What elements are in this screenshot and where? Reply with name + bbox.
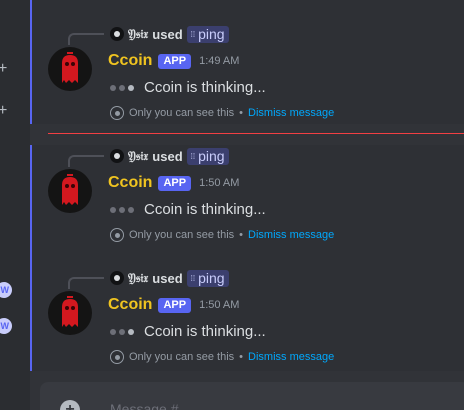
timestamp[interactable]: 1:50 AM: [199, 177, 239, 189]
reply-username[interactable]: 𝔜𝔰𝔦𝔵: [128, 149, 148, 164]
ephemeral-notice: Only you can see this • Dismiss message: [110, 350, 334, 364]
message-header: Ccoin APP 1:49 AM: [108, 52, 239, 70]
command-reply-header: 𝔜𝔰𝔦𝔵 used ⁞⁞ ping: [110, 269, 229, 287]
message-input[interactable]: Message #...: [110, 401, 190, 410]
app-badge: APP: [158, 175, 192, 191]
reply-connector: [68, 33, 104, 45]
dismiss-message-link[interactable]: Dismiss message: [248, 229, 334, 241]
thinking-text: Ccoin is thinking...: [144, 323, 266, 340]
command-name: ping: [198, 26, 225, 42]
user-mini-avatar[interactable]: [110, 27, 124, 41]
eye-icon: [110, 228, 124, 242]
reply-connector: [68, 277, 104, 289]
user-mini-avatar[interactable]: [110, 271, 124, 285]
avatar[interactable]: [48, 169, 92, 213]
reply-username[interactable]: 𝔜𝔰𝔦𝔵: [128, 271, 148, 286]
bot-name[interactable]: Ccoin: [108, 296, 152, 314]
new-messages-divider: [48, 133, 464, 134]
server-sidebar: + + W W: [0, 0, 30, 410]
message-header: Ccoin APP 1:50 AM: [108, 174, 239, 192]
loading-dots-icon: [110, 328, 134, 335]
thinking-indicator: Ccoin is thinking...: [110, 201, 266, 218]
eye-icon: [110, 106, 124, 120]
eye-icon: [110, 350, 124, 364]
red-ghost-avatar-icon: [62, 296, 78, 327]
add-icon[interactable]: +: [0, 103, 12, 119]
command-reply-header: 𝔜𝔰𝔦𝔵 used ⁞⁞ ping: [110, 25, 229, 43]
message-composer[interactable]: + Message #...: [40, 382, 464, 410]
only-you-label: Only you can see this: [129, 229, 235, 241]
message-feed: 𝔜𝔰𝔦𝔵 used ⁞⁞ ping Ccoin APP 1:49 AM Ccoi…: [30, 0, 464, 372]
separator: •: [239, 107, 244, 119]
reply-used-label: used: [152, 270, 183, 286]
timestamp[interactable]: 1:49 AM: [199, 55, 239, 67]
command-name: ping: [198, 148, 225, 164]
slash-command-icon: ⁞⁞: [190, 151, 196, 161]
separator: •: [239, 351, 244, 363]
ephemeral-notice: Only you can see this • Dismiss message: [110, 228, 334, 242]
timestamp[interactable]: 1:50 AM: [199, 299, 239, 311]
message-header: Ccoin APP 1:50 AM: [108, 296, 239, 314]
user-mini-avatar[interactable]: [110, 149, 124, 163]
dismiss-message-link[interactable]: Dismiss message: [248, 351, 334, 363]
bot-name[interactable]: Ccoin: [108, 174, 152, 192]
bot-name[interactable]: Ccoin: [108, 52, 152, 70]
red-ghost-avatar-icon: [62, 52, 78, 83]
reply-connector: [68, 155, 104, 167]
ephemeral-notice: Only you can see this • Dismiss message: [110, 106, 334, 120]
only-you-label: Only you can see this: [129, 107, 235, 119]
command-reply-header: 𝔜𝔰𝔦𝔵 used ⁞⁞ ping: [110, 147, 229, 165]
only-you-label: Only you can see this: [129, 351, 235, 363]
avatar[interactable]: [48, 47, 92, 91]
loading-dots-icon: [110, 84, 134, 91]
command-mention[interactable]: ⁞⁞ ping: [186, 147, 229, 165]
avatar[interactable]: [48, 291, 92, 335]
unread-pill[interactable]: W: [0, 318, 12, 334]
red-ghost-avatar-icon: [62, 174, 78, 205]
thinking-text: Ccoin is thinking...: [144, 79, 266, 96]
thinking-indicator: Ccoin is thinking...: [110, 323, 266, 340]
thinking-text: Ccoin is thinking...: [144, 201, 266, 218]
unread-pill[interactable]: W: [0, 282, 12, 298]
command-mention[interactable]: ⁞⁞ ping: [186, 25, 229, 43]
add-icon[interactable]: +: [0, 61, 12, 77]
reply-used-label: used: [152, 26, 183, 42]
message: 𝔜𝔰𝔦𝔵 used ⁞⁞ ping Ccoin APP 1:49 AM Ccoi…: [30, 0, 464, 124]
message: 𝔜𝔰𝔦𝔵 used ⁞⁞ ping Ccoin APP 1:50 AM Ccoi…: [30, 145, 464, 269]
thinking-indicator: Ccoin is thinking...: [110, 79, 266, 96]
message: 𝔜𝔰𝔦𝔵 used ⁞⁞ ping Ccoin APP 1:50 AM Ccoi…: [30, 267, 464, 371]
separator: •: [239, 229, 244, 241]
slash-command-icon: ⁞⁞: [190, 273, 196, 283]
dismiss-message-link[interactable]: Dismiss message: [248, 107, 334, 119]
app-badge: APP: [158, 297, 192, 313]
reply-used-label: used: [152, 148, 183, 164]
add-attachment-icon[interactable]: +: [60, 400, 80, 410]
slash-command-icon: ⁞⁞: [190, 29, 196, 39]
command-mention[interactable]: ⁞⁞ ping: [186, 269, 229, 287]
loading-dots-icon: [110, 206, 134, 213]
reply-username[interactable]: 𝔜𝔰𝔦𝔵: [128, 27, 148, 42]
command-name: ping: [198, 270, 225, 286]
app-badge: APP: [158, 53, 192, 69]
